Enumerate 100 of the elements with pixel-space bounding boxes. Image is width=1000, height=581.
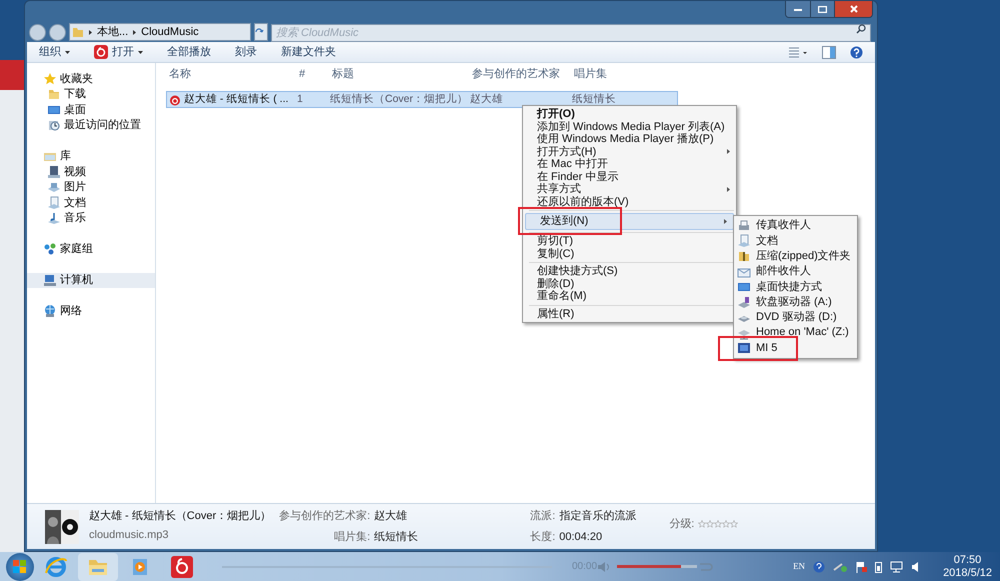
star-icon	[706, 520, 714, 528]
menu-item[interactable]: 删除(D)	[523, 278, 736, 290]
nav-item[interactable]: 音乐	[27, 210, 155, 226]
toolbar-button[interactable]: 组织	[39, 44, 70, 60]
document-icon	[737, 234, 751, 248]
menu-item[interactable]: 共享方式	[523, 183, 736, 196]
menu-item[interactable]: 在 Finder 中显示	[523, 170, 736, 183]
column-header[interactable]: 标题	[332, 66, 472, 82]
folder-icon	[47, 87, 61, 102]
clock-icon	[47, 118, 61, 132]
chevron-right-icon	[88, 28, 93, 36]
field-label: 参与创作的艺术家:	[279, 508, 370, 524]
toolbar-button[interactable]: 新建文件夹	[281, 44, 336, 60]
menu-item[interactable]: 发送到(N)	[525, 213, 734, 230]
search-field[interactable]: 搜索 CloudMusic	[271, 24, 871, 42]
toolbar-button[interactable]: 打开	[94, 44, 143, 60]
clock[interactable]: 07:50 2018/5/12	[943, 554, 992, 580]
music-note-icon	[47, 211, 61, 226]
menu-item[interactable]: 打开方式(H)	[523, 146, 736, 158]
nav-item[interactable]: 桌面	[27, 102, 155, 118]
star-rating[interactable]	[698, 520, 738, 528]
nav-item[interactable]: 计算机	[27, 272, 155, 288]
zip-folder-icon	[737, 249, 751, 264]
nav-item[interactable]: 家庭组	[27, 242, 155, 257]
menu-item[interactable]: Home on 'Mac' (Z:)	[734, 325, 857, 340]
menu-item[interactable]: 重命名(M)	[523, 290, 736, 302]
column-header[interactable]: 参与创作的艺术家	[472, 66, 574, 82]
file-row[interactable]: 赵大雄 - 纸短情长 ( ... 1 纸短情长（Cover：烟把儿） 赵大雄 纸短情长	[166, 91, 678, 108]
menu-item[interactable]: 软盘驱动器 (A:)	[734, 294, 857, 310]
column-header[interactable]: 名称	[169, 66, 299, 82]
column-header[interactable]: 唱片集	[574, 66, 674, 82]
nav-item[interactable]: 库	[27, 148, 155, 164]
star-icon	[714, 520, 722, 528]
menu-item[interactable]: DVD 驱动器 (D:)	[734, 310, 857, 326]
submenu-arrow-icon	[727, 149, 730, 154]
printer-icon	[737, 218, 751, 233]
folder-icon	[72, 26, 84, 38]
nav-item[interactable]: 最近访问的位置	[27, 118, 155, 133]
back-button[interactable]	[29, 24, 46, 40]
star-icon	[730, 520, 738, 528]
menu-item[interactable]: 还原以前的版本(V)	[523, 196, 736, 208]
column-header[interactable]: #	[299, 66, 332, 82]
menu-item[interactable]: 打开(O)	[523, 108, 736, 120]
menu-item[interactable]: 创建快捷方式(S)	[523, 265, 736, 278]
globe-icon	[43, 304, 57, 318]
minimize-button[interactable]	[786, 1, 810, 17]
start-button[interactable]	[6, 552, 34, 580]
nav-item[interactable]: 文档	[27, 195, 155, 210]
view-options-icon	[788, 46, 808, 58]
menu-item[interactable]: 桌面快捷方式	[734, 279, 857, 294]
menu-item[interactable]: MI 5	[734, 340, 857, 356]
forward-button[interactable]	[49, 24, 66, 40]
help-icon	[850, 46, 863, 58]
field-label: 长度:	[529, 530, 556, 544]
menu-item[interactable]: 邮件收件人	[734, 264, 857, 280]
caret-icon	[65, 50, 70, 54]
menu-item[interactable]: 属性(R)	[523, 308, 736, 320]
windows-logo-icon	[13, 560, 27, 574]
field-value: 纸短情长	[374, 530, 420, 544]
clock-time: 07:50	[954, 554, 982, 566]
image-icon	[47, 180, 61, 194]
browser-icon	[44, 554, 68, 578]
repeat-icon	[697, 560, 714, 572]
menu-item[interactable]: 添加到 Windows Media Player 列表(A)	[523, 120, 736, 133]
menu-item[interactable]: 剪切(T)	[523, 235, 736, 248]
language-indicator[interactable]: EN	[793, 560, 806, 574]
menu-item[interactable]: 使用 Windows Media Player 播放(P)	[523, 133, 736, 146]
table-cell-text: 赵大雄	[470, 92, 504, 107]
menu-item[interactable]: 复制(C)	[523, 248, 736, 260]
minimize-icon	[794, 8, 802, 10]
field-label: 流派:	[529, 508, 556, 524]
breadcrumb[interactable]: 本地...	[97, 24, 128, 40]
table-cell: 赵大雄 - 纸短情长 ( ...	[167, 92, 297, 108]
refresh-button[interactable]	[254, 23, 268, 41]
nav-item[interactable]: 图片	[27, 180, 155, 195]
star-icon	[722, 520, 730, 528]
menu-item[interactable]: 文档	[734, 233, 857, 249]
field-value: 00:04:20	[559, 530, 604, 544]
address-bar[interactable]: 本地... CloudMusic	[69, 23, 251, 41]
music-app-icon	[94, 45, 108, 59]
menu-item[interactable]: 压缩(zipped)文件夹	[734, 248, 857, 264]
nav-item[interactable]: 视频	[27, 164, 155, 180]
nav-item[interactable]: 收藏夹	[27, 71, 155, 86]
field-label: 分级:	[669, 517, 694, 532]
nav-item[interactable]: 网络	[27, 304, 155, 319]
close-button[interactable]	[834, 1, 872, 17]
preview-pane-icon	[822, 46, 836, 58]
volume-slider[interactable]	[617, 565, 698, 568]
close-icon	[850, 5, 858, 13]
toolbar-button[interactable]: 刻录	[235, 44, 257, 60]
submenu-arrow-icon	[727, 186, 730, 192]
menu-item[interactable]: 在 Mac 中打开	[523, 158, 736, 170]
breadcrumb[interactable]: CloudMusic	[141, 24, 199, 40]
toolbar-button[interactable]: 全部播放	[167, 44, 211, 60]
battery-icon	[875, 560, 882, 572]
menu-item[interactable]: 传真收件人	[734, 218, 857, 234]
file-title: 赵大雄 - 纸短情长（Cover：烟把儿）	[89, 509, 272, 524]
nav-item[interactable]: 下载	[27, 86, 155, 102]
floppy-drive-icon	[737, 295, 751, 310]
maximize-button[interactable]	[810, 1, 834, 17]
